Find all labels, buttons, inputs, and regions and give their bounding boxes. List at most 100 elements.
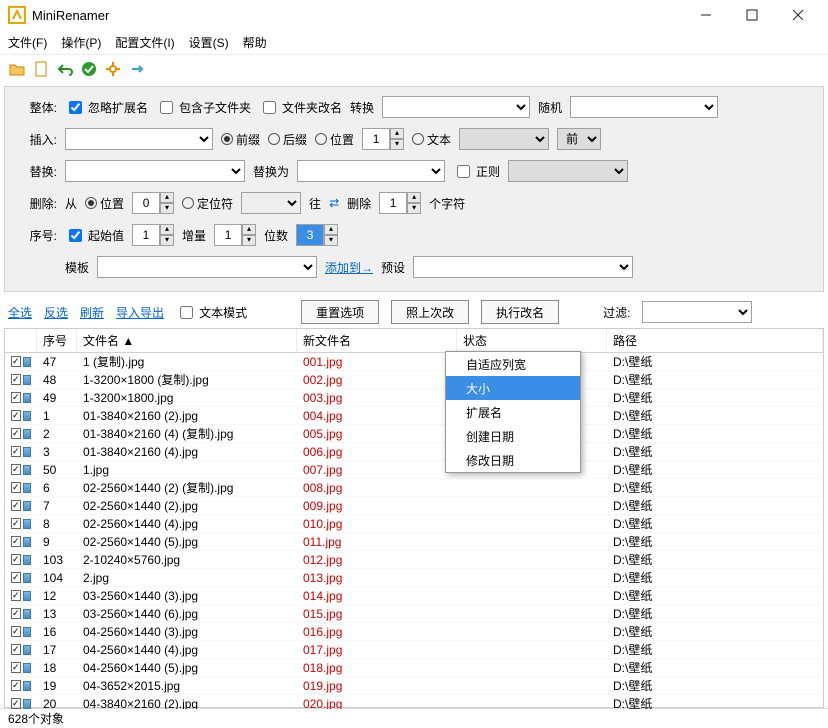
table-row[interactable]: ✓ 12 03-2560×1440 (3).jpg 014.jpg D:\壁纸 xyxy=(5,587,823,605)
pin-icon[interactable] xyxy=(128,60,146,78)
replace-from-select[interactable] xyxy=(65,160,245,182)
table-row[interactable]: ✓ 1 01-3840×2160 (2).jpg 004.jpg D:\壁纸 xyxy=(5,407,823,425)
table-row[interactable]: ✓ 20 04-3840×2160 (2).jpg 020.jpg D:\壁纸 xyxy=(5,695,823,709)
rename-folder-checkbox[interactable]: 文件夹改名 xyxy=(259,98,342,117)
context-item[interactable]: 自适应列宽 xyxy=(446,352,580,376)
text-select[interactable] xyxy=(459,128,549,150)
maximize-button[interactable] xyxy=(738,4,766,26)
import-export-link[interactable]: 导入导出 xyxy=(116,304,164,321)
undo-button[interactable]: 照上次改 xyxy=(391,300,469,324)
addto-link[interactable]: 添加到→ xyxy=(325,259,373,276)
doc-icon[interactable] xyxy=(32,60,50,78)
table-row[interactable]: ✓ 7 02-2560×1440 (2).jpg 009.jpg D:\壁纸 xyxy=(5,497,823,515)
pos-spinner[interactable]: ▴▾ xyxy=(362,128,404,150)
text-radio[interactable]: 文本 xyxy=(412,131,451,148)
row-checkbox[interactable]: ✓ xyxy=(11,374,21,385)
col-newname[interactable]: 新文件名 xyxy=(297,329,457,352)
undo-icon[interactable] xyxy=(56,60,74,78)
table-row[interactable]: ✓ 16 04-2560×1440 (3).jpg 016.jpg D:\壁纸 xyxy=(5,623,823,641)
menu-file[interactable]: 文件(F) xyxy=(8,34,47,51)
close-button[interactable] xyxy=(784,4,812,26)
row-checkbox[interactable]: ✓ xyxy=(11,356,21,367)
table-row[interactable]: ✓ 49 1-3200×1800.jpg 003.jpg D:\壁纸 xyxy=(5,389,823,407)
table-row[interactable]: ✓ 13 03-2560×1440 (6).jpg 015.jpg D:\壁纸 xyxy=(5,605,823,623)
invert-link[interactable]: 反选 xyxy=(44,304,68,321)
check-icon[interactable] xyxy=(80,60,98,78)
table-row[interactable]: ✓ 18 04-2560×1440 (5).jpg 018.jpg D:\壁纸 xyxy=(5,659,823,677)
digits-spinner[interactable]: ▴▾ xyxy=(296,224,338,246)
table-row[interactable]: ✓ 6 02-2560×1440 (2) (复制).jpg 008.jpg D:… xyxy=(5,479,823,497)
row-checkbox[interactable]: ✓ xyxy=(11,662,21,673)
table-row[interactable]: ✓ 8 02-2560×1440 (4).jpg 010.jpg D:\壁纸 xyxy=(5,515,823,533)
qian-select[interactable]: 前 xyxy=(557,128,601,150)
table-row[interactable]: ✓ 2 01-3840×2160 (4) (复制).jpg 005.jpg D:… xyxy=(5,425,823,443)
del-loc-radio[interactable]: 定位符 xyxy=(182,195,233,212)
context-item[interactable]: 扩展名 xyxy=(446,400,580,424)
table-row[interactable]: ✓ 103 2-10240×5760.jpg 012.jpg D:\壁纸 xyxy=(5,551,823,569)
table-row[interactable]: ✓ 19 04-3652×2015.jpg 019.jpg D:\壁纸 xyxy=(5,677,823,695)
row-checkbox[interactable]: ✓ xyxy=(11,590,21,601)
context-item[interactable]: 大小 xyxy=(446,376,580,400)
row-checkbox[interactable]: ✓ xyxy=(11,626,21,637)
convert-select[interactable] xyxy=(382,96,530,118)
regex-checkbox[interactable]: 正则 xyxy=(453,162,500,181)
replace-to-select[interactable] xyxy=(297,160,445,182)
row-checkbox[interactable]: ✓ xyxy=(11,644,21,655)
col-no[interactable]: 序号 xyxy=(37,329,77,352)
text-mode-checkbox[interactable]: 文本模式 xyxy=(176,303,247,322)
include-sub-checkbox[interactable]: 包含子文件夹 xyxy=(156,98,251,117)
col-path[interactable]: 路径 xyxy=(607,329,823,352)
loc-select[interactable] xyxy=(241,192,301,214)
context-item[interactable]: 修改日期 xyxy=(446,448,580,472)
row-checkbox[interactable]: ✓ xyxy=(11,698,21,709)
tpl-select[interactable] xyxy=(97,256,317,278)
del-pos-radio[interactable]: 位置 xyxy=(85,195,124,212)
col-status[interactable]: 状态 xyxy=(457,329,607,352)
row-checkbox[interactable]: ✓ xyxy=(11,536,21,547)
del-pos-spinner[interactable]: ▴▾ xyxy=(132,192,174,214)
execute-button[interactable]: 执行改名 xyxy=(481,300,559,324)
row-checkbox[interactable]: ✓ xyxy=(11,464,21,475)
ignore-ext-checkbox[interactable]: 忽略扩展名 xyxy=(65,98,148,117)
menu-action[interactable]: 操作(P) xyxy=(61,34,101,51)
table-row[interactable]: ✓ 9 02-2560×1440 (5).jpg 011.jpg D:\壁纸 xyxy=(5,533,823,551)
menu-settings[interactable]: 设置(S) xyxy=(189,34,229,51)
random-select[interactable] xyxy=(570,96,718,118)
table-row[interactable]: ✓ 3 01-3840×2160 (4).jpg 006.jpg D:\壁纸 xyxy=(5,443,823,461)
row-checkbox[interactable]: ✓ xyxy=(11,482,21,493)
select-all-link[interactable]: 全选 xyxy=(8,304,32,321)
row-checkbox[interactable]: ✓ xyxy=(11,554,21,565)
row-checkbox[interactable]: ✓ xyxy=(11,518,21,529)
row-checkbox[interactable]: ✓ xyxy=(11,680,21,691)
row-checkbox[interactable]: ✓ xyxy=(11,392,21,403)
gear-icon[interactable] xyxy=(104,60,122,78)
regex-select[interactable] xyxy=(508,160,628,182)
inc-spinner[interactable]: ▴▾ xyxy=(214,224,256,246)
row-checkbox[interactable]: ✓ xyxy=(11,446,21,457)
start-checkbox[interactable]: 起始值 xyxy=(65,226,124,245)
row-checkbox[interactable]: ✓ xyxy=(11,572,21,583)
table-row[interactable]: ✓ 17 04-2560×1440 (4).jpg 017.jpg D:\壁纸 xyxy=(5,641,823,659)
table-row[interactable]: ✓ 50 1.jpg 007.jpg D:\壁纸 xyxy=(5,461,823,479)
prefix-radio[interactable]: 前缀 xyxy=(221,131,260,148)
pos-radio[interactable]: 位置 xyxy=(315,131,354,148)
minimize-button[interactable] xyxy=(692,4,720,26)
menu-config[interactable]: 配置文件(I) xyxy=(115,34,174,51)
folder-icon[interactable] xyxy=(8,60,26,78)
suffix-radio[interactable]: 后缀 xyxy=(268,131,307,148)
table-row[interactable]: ✓ 48 1-3200×1800 (复制).jpg 002.jpg D:\壁纸 xyxy=(5,371,823,389)
del-count-spinner[interactable]: ▴▾ xyxy=(379,192,421,214)
menu-help[interactable]: 帮助 xyxy=(243,34,267,51)
filter-select[interactable] xyxy=(642,301,752,323)
row-checkbox[interactable]: ✓ xyxy=(11,428,21,439)
start-spinner[interactable]: ▴▾ xyxy=(132,224,174,246)
table-row[interactable]: ✓ 47 1 (复制).jpg 001.jpg D:\壁纸 xyxy=(5,353,823,371)
row-checkbox[interactable]: ✓ xyxy=(11,410,21,421)
reset-button[interactable]: 重置选项 xyxy=(301,300,379,324)
insert-select[interactable] xyxy=(65,128,213,150)
context-item[interactable]: 创建日期 xyxy=(446,424,580,448)
preset-select[interactable] xyxy=(413,256,633,278)
refresh-link[interactable]: 刷新 xyxy=(80,304,104,321)
table-row[interactable]: ✓ 104 2.jpg 013.jpg D:\壁纸 xyxy=(5,569,823,587)
col-filename[interactable]: 文件名 ▲ xyxy=(77,329,297,352)
